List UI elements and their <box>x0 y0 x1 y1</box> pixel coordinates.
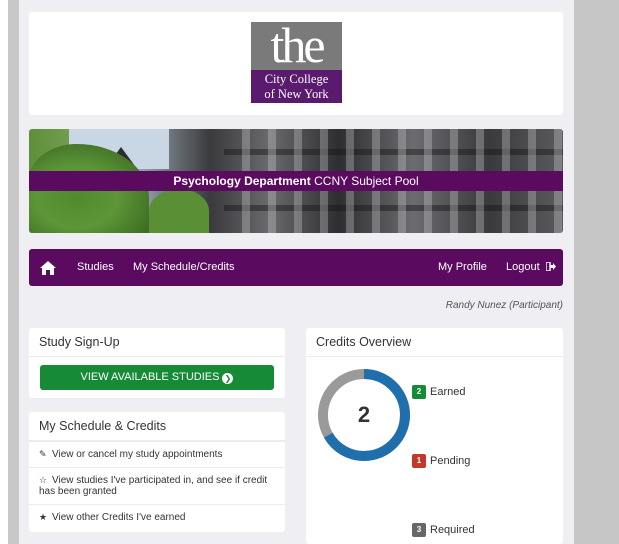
credits-overview-card: Credits Overview 2 2 Earned 1 Pending 3 Req… <box>306 328 563 544</box>
legend-pending: 1 Pending <box>412 454 470 468</box>
legend-required: 3 Required <box>412 523 475 537</box>
schedule-title: My Schedule & Credits <box>29 412 285 441</box>
nav-logout[interactable]: Logout <box>506 249 556 286</box>
credits-total: 2 <box>357 402 371 427</box>
logo-card: the City College of New York <box>29 12 563 115</box>
required-label: Required <box>430 524 475 536</box>
signup-title: Study Sign-Up <box>29 328 285 357</box>
star-half-icon: ☆ <box>39 475 48 485</box>
pending-badge: 1 <box>412 454 426 468</box>
schedule-link-participated[interactable]: ☆ View studies I've participated in, and … <box>29 467 285 504</box>
left-scroll-edge <box>8 0 19 544</box>
logo-word: the <box>270 17 325 73</box>
required-badge: 3 <box>412 523 426 537</box>
earned-label: Earned <box>430 386 466 398</box>
nav-studies[interactable]: Studies <box>77 249 114 286</box>
campus-banner: Psychology Department CCNY Subject Pool <box>29 129 563 233</box>
arrow-circle-right-icon: ❯ <box>222 373 234 384</box>
button-label: VIEW AVAILABLE STUDIES <box>80 371 220 383</box>
schedule-link-appointments[interactable]: ✎ View or cancel my study appointments <box>29 441 285 467</box>
star-icon: ★ <box>39 512 48 522</box>
nav-my-profile[interactable]: My Profile <box>438 249 487 286</box>
schedule-credits-card: My Schedule & Credits ✎ View or cancel my… <box>29 412 285 532</box>
nav-schedule-credits[interactable]: My Schedule/Credits <box>133 249 235 286</box>
logo-name: City College of New York <box>251 70 342 103</box>
logout-label: Logout <box>506 261 540 273</box>
legend-earned: 2 Earned <box>412 385 465 399</box>
page-container: the City College of New York Psychology … <box>19 0 574 544</box>
banner-trees-small <box>149 189 209 233</box>
view-available-studies-button[interactable]: VIEW AVAILABLE STUDIES ❯ <box>40 365 274 390</box>
earned-badge: 2 <box>412 385 426 399</box>
right-gutter <box>574 0 619 544</box>
credits-title: Credits Overview <box>306 328 563 357</box>
pool-name: CCNY Subject Pool <box>314 174 419 188</box>
ccny-logo[interactable]: the City College of New York <box>251 17 342 103</box>
current-user: Randy Nunez (Participant) <box>445 300 563 311</box>
home-icon[interactable] <box>40 261 56 275</box>
main-navbar: Studies My Schedule/Credits My Profile L… <box>29 249 563 286</box>
schedule-link-other-credits[interactable]: ★ View other Credits I've earned <box>29 504 285 530</box>
edit-icon: ✎ <box>39 449 47 459</box>
dept-name: Psychology Department <box>173 174 311 188</box>
banner-title: Psychology Department CCNY Subject Pool <box>29 171 563 191</box>
sign-out-icon <box>545 261 556 272</box>
pending-label: Pending <box>430 455 471 467</box>
study-signup-card: Study Sign-Up VIEW AVAILABLE STUDIES ❯ <box>29 328 285 398</box>
